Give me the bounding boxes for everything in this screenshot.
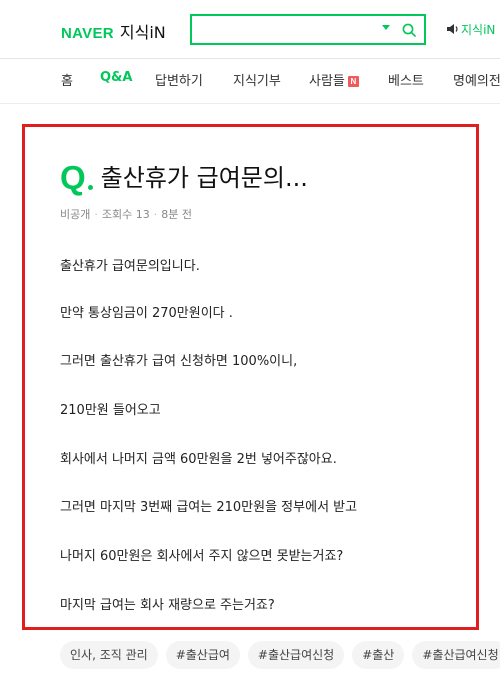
nav-donate[interactable]: 지식기부 — [233, 70, 281, 89]
nav-home[interactable]: 홈 — [61, 70, 73, 89]
tag-list: 인사, 조직 관리 #출산급여 #출산급여신청 #출산 #출산급여신청 — [60, 641, 500, 669]
nav-best[interactable]: 베스트 — [388, 70, 424, 89]
question-header: Q 출산휴가 급여문의... — [60, 161, 308, 194]
question-paragraph: 그러면 마지막 3번째 급여는 210만원을 정부에서 받고 — [60, 500, 358, 515]
new-badge: N — [347, 76, 359, 87]
search-icon — [402, 23, 416, 37]
search-box — [190, 14, 426, 45]
nav-people-label: 사람들 — [309, 74, 345, 89]
search-button[interactable] — [399, 19, 419, 40]
question-paragraph: 마지막 급여는 회사 재량으로 주는거죠? — [60, 598, 275, 613]
chevron-down-icon[interactable] — [382, 25, 390, 30]
question-meta: 비공개 · 조회수 13 · 8분 전 — [60, 208, 192, 221]
question-paragraph: 출산휴가 급여문의입니다. — [60, 259, 200, 274]
question-paragraph: 나머지 60만원은 회사에서 주지 않으면 못받는거죠? — [60, 549, 344, 564]
question-box: Q 출산휴가 급여문의... 비공개 · 조회수 13 · 8분 전 출산휴가 급여문의… — [22, 124, 479, 630]
question-paragraph: 만약 통상임금이 270만원이다 . — [60, 306, 233, 321]
nav-hall-of-fame[interactable]: 명예의전 — [453, 70, 500, 89]
kin-logo[interactable]: 지식iN — [120, 19, 166, 43]
search-input[interactable] — [198, 20, 376, 39]
question-paragraph: 회사에서 나머지 금액 60만원을 2번 넣어주잖아요. — [60, 452, 337, 467]
nav-answer[interactable]: 답변하기 — [155, 70, 203, 89]
question-author: 비공개 — [60, 208, 91, 221]
tag-item[interactable]: #출산급여신청 — [412, 641, 500, 669]
nav-divider — [0, 103, 500, 104]
question-time: 8분 전 — [161, 208, 192, 221]
question-paragraph: 210만원 들어오고 — [60, 403, 161, 418]
naver-kin-logo[interactable]: NAVER 지식iN — [61, 19, 166, 43]
kin-link[interactable]: 지식iN — [461, 21, 495, 38]
tag-category[interactable]: 인사, 조직 관리 — [60, 641, 158, 669]
naver-logo[interactable]: NAVER — [61, 25, 114, 42]
header: NAVER 지식iN 지식iN — [0, 0, 500, 58]
question-paragraph: 그러면 출산휴가 급여 신청하면 100%이니, — [60, 354, 298, 369]
nav-people[interactable]: 사람들 N — [309, 70, 359, 89]
tag-item[interactable]: #출산급여신청 — [247, 641, 345, 669]
question-q-icon: Q — [60, 159, 86, 196]
question-q-dot — [87, 185, 93, 190]
main-nav: 홈 Q&A 답변하기 지식기부 사람들 N 베스트 명예의전 — [0, 59, 500, 103]
tag-item[interactable]: #출산 — [352, 641, 405, 669]
tag-item[interactable]: #출산급여 — [165, 641, 240, 669]
nav-qa[interactable]: Q&A — [100, 70, 132, 85]
question-title: 출산휴가 급여문의... — [100, 163, 308, 192]
speaker-icon[interactable] — [446, 23, 460, 35]
question-views: 조회수 13 — [101, 208, 150, 221]
